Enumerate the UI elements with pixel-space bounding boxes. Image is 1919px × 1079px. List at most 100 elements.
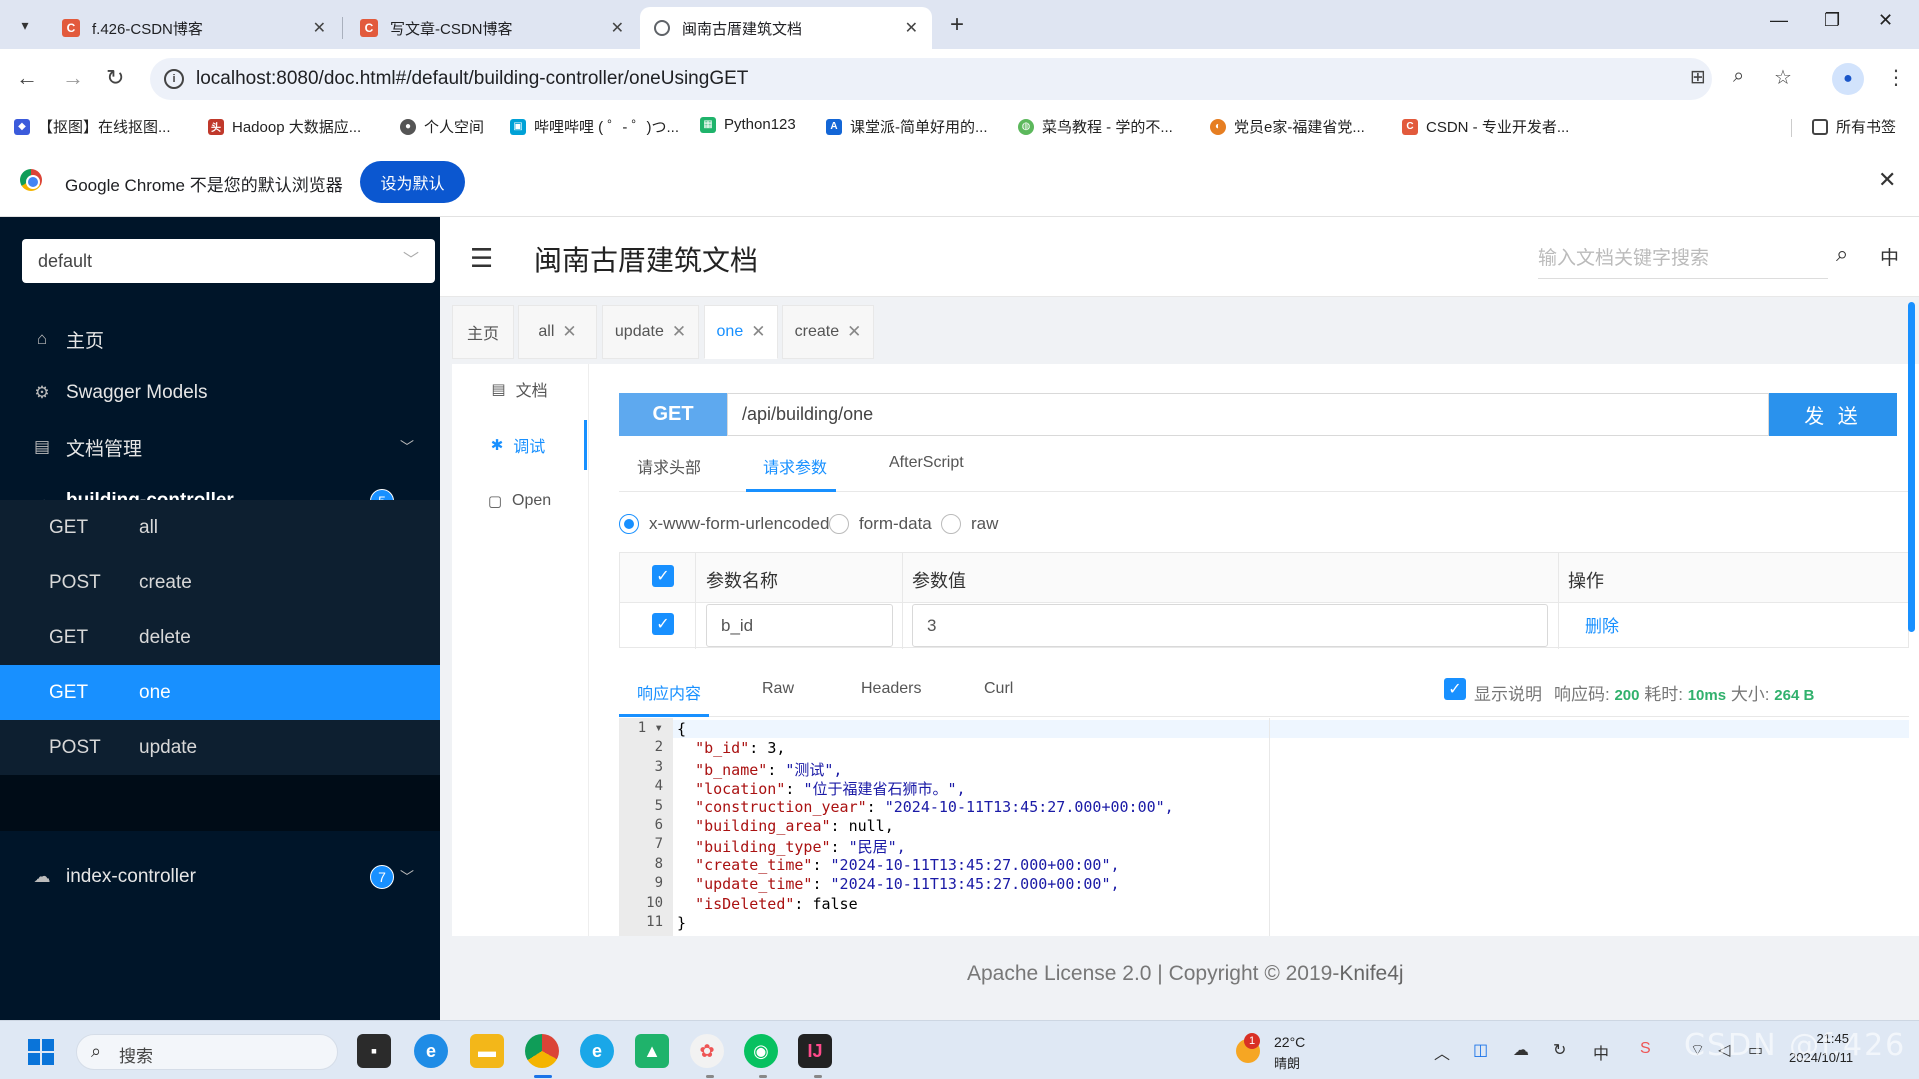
all-bookmarks[interactable]: 所有书签 bbox=[1812, 116, 1896, 137]
restore-icon[interactable]: ❐ bbox=[1824, 10, 1840, 31]
url-text[interactable]: localhost:8080/doc.html#/default/buildin… bbox=[196, 68, 748, 90]
intellij-icon[interactable]: IJ bbox=[798, 1034, 832, 1068]
bookmark-item[interactable]: ◍ 菜鸟教程 - 学的不... bbox=[1018, 116, 1173, 137]
chrome-icon[interactable] bbox=[525, 1034, 559, 1068]
task-view-icon[interactable]: ▪ bbox=[357, 1034, 391, 1068]
tab-all[interactable]: all ✕ bbox=[518, 305, 597, 359]
bookmark-item[interactable]: A 课堂派-简单好用的... bbox=[826, 116, 988, 137]
file-explorer-icon[interactable]: ▬ bbox=[470, 1034, 504, 1068]
bookmark-item[interactable]: C CSDN - 专业开发者... bbox=[1402, 116, 1569, 137]
infobar-close-icon[interactable]: ✕ bbox=[1878, 167, 1896, 193]
sidebar-item-swagger-models[interactable]: ⚙ Swagger Models bbox=[0, 365, 440, 421]
close-icon[interactable]: ✕ bbox=[672, 322, 686, 342]
wechat-icon[interactable]: ◉ bbox=[744, 1034, 778, 1068]
more-menu-icon[interactable]: ⋮ bbox=[1886, 65, 1906, 90]
main-scrollbar[interactable] bbox=[1908, 302, 1915, 632]
tab-response-headers[interactable]: Headers bbox=[861, 680, 921, 698]
menu-fold-icon[interactable]: ☰ bbox=[470, 243, 493, 274]
select-all-checkbox[interactable]: ✓ bbox=[652, 565, 674, 587]
group-select[interactable]: default ﹀ bbox=[22, 239, 435, 283]
onedrive-icon[interactable]: ☁ bbox=[1513, 1040, 1529, 1060]
endpoint-delete[interactable]: GET delete bbox=[0, 610, 440, 665]
bookmark-item[interactable]: ▦ Python123 bbox=[700, 116, 796, 133]
color-app-icon[interactable]: ✿ bbox=[690, 1034, 724, 1068]
sidebar-item-index-controller[interactable]: ☁ index-controller 7 ﹀ bbox=[0, 849, 440, 905]
new-tab-button[interactable]: + bbox=[950, 11, 964, 39]
bookmark-item[interactable]: ▣ 哔哩哔哩 ( ゜- ゜)つ... bbox=[510, 116, 679, 137]
browser-tab-1[interactable]: C f.426-CSDN博客 ✕ bbox=[48, 7, 340, 49]
tab-request-params[interactable]: 请求参数 bbox=[763, 454, 827, 478]
param-value-input[interactable]: 3 bbox=[912, 604, 1548, 647]
doc-search-input[interactable]: 输入文档关键字搜索 bbox=[1538, 243, 1828, 279]
close-icon[interactable]: ✕ bbox=[611, 18, 624, 38]
bookmark-star-icon[interactable]: ☆ bbox=[1774, 65, 1792, 90]
show-description-checkbox[interactable]: ✓ bbox=[1444, 678, 1466, 700]
tab-response-curl[interactable]: Curl bbox=[984, 680, 1013, 698]
minimize-icon[interactable]: — bbox=[1770, 10, 1788, 31]
bookmark-item[interactable]: ◐ 党员e家-福建省党... bbox=[1210, 116, 1365, 137]
github-icon: ● bbox=[400, 118, 416, 135]
radio-form-data[interactable]: form-data bbox=[829, 514, 932, 534]
side-tab-doc[interactable]: ▤ 文档 bbox=[452, 364, 587, 414]
sidebar-item-doc-manage[interactable]: ▤ 文档管理 ﹀ bbox=[0, 419, 440, 475]
tab-request-headers[interactable]: 请求头部 bbox=[637, 454, 701, 478]
tab-after-script[interactable]: AfterScript bbox=[889, 454, 964, 472]
back-icon[interactable]: ← bbox=[16, 65, 38, 91]
green-app-icon[interactable]: ▲ bbox=[635, 1034, 669, 1068]
close-icon[interactable]: ✕ bbox=[313, 18, 326, 38]
close-icon[interactable]: ✕ bbox=[562, 322, 576, 342]
response-json-editor[interactable]: 1 ▾ 2 3 4 5 6 7 8 9 10 11 { "b_id": 3, "b_name": "… bbox=[619, 718, 1909, 936]
tab-response-content[interactable]: 响应内容 bbox=[637, 680, 701, 704]
tray-s-icon[interactable]: S bbox=[1640, 1040, 1651, 1058]
sync-icon[interactable]: ↻ bbox=[1553, 1040, 1566, 1060]
tab-search-menu-button[interactable]: ▾ bbox=[10, 10, 40, 40]
search-icon[interactable]: ⌕ bbox=[1836, 241, 1848, 267]
endpoint-update[interactable]: POST update bbox=[0, 720, 440, 775]
edge-icon[interactable]: e bbox=[414, 1034, 448, 1068]
endpoint-one[interactable]: GET one bbox=[0, 665, 440, 720]
close-icon[interactable]: ✕ bbox=[751, 322, 765, 342]
radio-raw[interactable]: raw bbox=[941, 514, 998, 534]
forward-icon[interactable]: → bbox=[62, 65, 84, 91]
close-icon[interactable]: ✕ bbox=[847, 322, 861, 342]
ime-lang[interactable]: 中 bbox=[1593, 1040, 1609, 1064]
windows-start-icon[interactable] bbox=[28, 1039, 54, 1065]
tab-create[interactable]: create ✕ bbox=[782, 305, 874, 359]
reload-icon[interactable]: ↻ bbox=[106, 65, 124, 91]
chevron-up-icon[interactable]: ︿ bbox=[1434, 1040, 1450, 1064]
browser-tab-2[interactable]: C 写文章-CSDN博客 ✕ bbox=[346, 7, 638, 49]
bookmark-item[interactable]: 头 Hadoop 大数据应... bbox=[208, 116, 361, 137]
side-tab-debug[interactable]: ✱ 调试 bbox=[452, 420, 587, 470]
bookmark-item[interactable]: ● 个人空间 bbox=[400, 116, 484, 137]
site-info-icon[interactable]: i bbox=[164, 69, 184, 89]
request-url-input[interactable]: /api/building/one bbox=[727, 393, 1769, 436]
browser-tab-3[interactable]: 闽南古厝建筑文档 ✕ bbox=[640, 7, 932, 49]
param-row-checkbox[interactable]: ✓ bbox=[652, 613, 674, 635]
taskbar-search[interactable]: ⌕ 搜索 bbox=[76, 1034, 338, 1070]
language-switch[interactable]: 中 bbox=[1880, 243, 1899, 270]
infobar-message: Google Chrome 不是您的默认浏览器 bbox=[65, 176, 343, 195]
set-default-button[interactable]: 设为默认 bbox=[360, 161, 465, 203]
line-number: 8 bbox=[654, 855, 663, 872]
sidebar-item-home[interactable]: ⌂ 主页 bbox=[0, 311, 440, 367]
tab-one[interactable]: one ✕ bbox=[704, 305, 778, 359]
radio-urlencoded[interactable]: x-www-form-urlencoded bbox=[619, 514, 829, 534]
endpoint-all[interactable]: GET all bbox=[0, 500, 440, 555]
close-icon[interactable]: ✕ bbox=[905, 18, 918, 38]
window-close-icon[interactable]: ✕ bbox=[1878, 10, 1893, 31]
send-button[interactable]: 发 送 bbox=[1769, 393, 1897, 436]
param-name-input[interactable]: b_id bbox=[706, 604, 893, 647]
zoom-icon[interactable]: ⌕ bbox=[1733, 65, 1744, 88]
edge-dev-icon[interactable]: e bbox=[580, 1034, 614, 1068]
delete-param-link[interactable]: 删除 bbox=[1585, 612, 1619, 637]
side-tab-open[interactable]: ▢ Open bbox=[452, 476, 587, 526]
profile-avatar-icon[interactable]: ● bbox=[1832, 63, 1864, 95]
tray-app-icon[interactable]: ◫ bbox=[1473, 1040, 1488, 1060]
address-bar[interactable]: i localhost:8080/doc.html#/default/build… bbox=[150, 58, 1712, 100]
tab-response-raw[interactable]: Raw bbox=[762, 680, 794, 698]
bookmark-item[interactable]: ◆ 【抠图】在线抠图... bbox=[14, 116, 171, 137]
translate-icon[interactable]: ⊞ bbox=[1690, 66, 1706, 89]
endpoint-create[interactable]: POST create bbox=[0, 555, 440, 610]
tab-update[interactable]: update ✕ bbox=[602, 305, 699, 359]
tab-home[interactable]: 主页 bbox=[452, 305, 514, 359]
